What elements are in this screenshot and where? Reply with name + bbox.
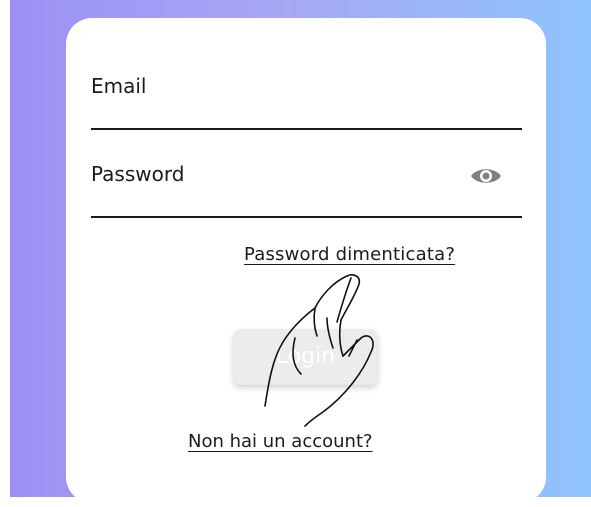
forgot-password-link[interactable]: Password dimenticata?	[244, 244, 455, 265]
email-field[interactable]: Email	[91, 64, 522, 108]
email-underline	[91, 128, 522, 130]
email-label: Email	[91, 74, 147, 98]
eye-icon[interactable]	[469, 164, 503, 188]
password-label: Password	[91, 162, 185, 186]
password-field[interactable]: Password	[91, 150, 522, 194]
password-underline	[91, 216, 522, 218]
login-card: Email Password Password dimenticata? Log…	[66, 18, 546, 503]
login-button[interactable]: Login	[233, 329, 378, 385]
signup-link[interactable]: Non hai un account?	[188, 431, 373, 452]
